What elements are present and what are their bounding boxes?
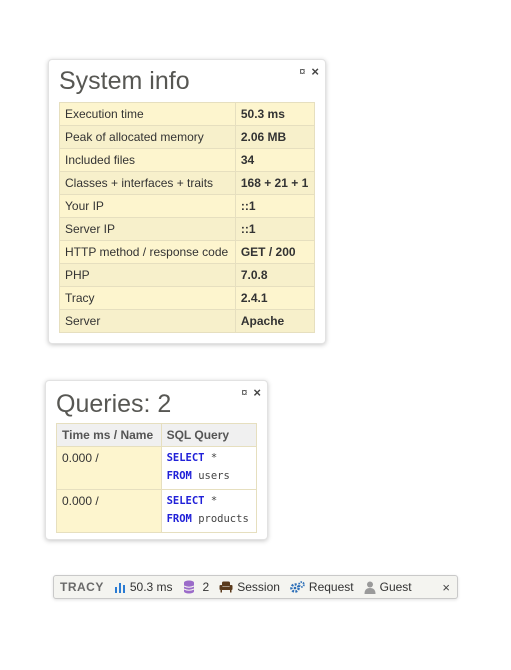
query-time: 0.000 / bbox=[56, 446, 162, 490]
close-icon[interactable]: × bbox=[253, 386, 261, 400]
sql-text: users bbox=[191, 470, 230, 482]
sql-keyword: FROM bbox=[166, 470, 192, 482]
gears-icon bbox=[290, 580, 305, 593]
sql-keyword: FROM bbox=[166, 513, 192, 525]
tracy-logo[interactable]: TRACY bbox=[54, 576, 109, 598]
table-header-row: Time ms / Name SQL Query bbox=[56, 423, 258, 447]
request-label: Request bbox=[308, 580, 354, 594]
sql-text: * bbox=[204, 452, 218, 464]
sql-keyword: SELECT bbox=[166, 452, 205, 464]
sql-text: products bbox=[191, 513, 249, 525]
table-row: PHP 7.0.8 bbox=[59, 263, 316, 287]
table-row: Server Apache bbox=[59, 309, 316, 333]
query-sql: SELECT * FROM products bbox=[160, 489, 258, 533]
system-info-table: Execution time 50.3 ms Peak of allocated… bbox=[59, 102, 316, 333]
time-value: 50.3 ms bbox=[129, 580, 173, 594]
sql-keyword: SELECT bbox=[166, 495, 205, 507]
table-row: Peak of allocated memory 2.06 MB bbox=[59, 125, 316, 149]
queries-title: Queries: 2 bbox=[56, 390, 172, 418]
session-panel-button[interactable]: Session bbox=[214, 576, 285, 598]
column-header-sql: SQL Query bbox=[160, 423, 258, 447]
session-label: Session bbox=[237, 580, 280, 594]
queries-panel: Queries: 2 ¤ × Time ms / Name SQL Query … bbox=[45, 380, 268, 540]
close-icon[interactable]: × bbox=[311, 65, 319, 79]
row-label: Classes + interfaces + traits bbox=[59, 171, 236, 195]
user-icon bbox=[364, 581, 376, 594]
row-label: Server bbox=[59, 309, 236, 333]
table-row: 0.000 / SELECT * FROM products bbox=[56, 489, 258, 533]
armchair-icon bbox=[219, 581, 233, 593]
queries-count: 2 bbox=[202, 580, 210, 594]
row-label: Your IP bbox=[59, 194, 236, 218]
close-icon[interactable]: × bbox=[442, 580, 457, 595]
row-value: 168 + 21 + 1 bbox=[234, 171, 316, 195]
query-time: 0.000 / bbox=[56, 489, 162, 533]
user-label: Guest bbox=[379, 580, 412, 594]
row-label: HTTP method / response code bbox=[59, 240, 236, 264]
table-row: Included files 34 bbox=[59, 148, 316, 172]
row-value: 2.4.1 bbox=[234, 286, 316, 310]
row-value: GET / 200 bbox=[234, 240, 316, 264]
queries-panel-icons: ¤ × bbox=[241, 386, 261, 400]
time-panel-button[interactable]: 50.3 ms bbox=[109, 576, 178, 598]
query-sql: SELECT * FROM users bbox=[160, 446, 258, 490]
system-info-panel: System info ¤ × Execution time 50.3 ms P… bbox=[48, 59, 326, 344]
row-label: PHP bbox=[59, 263, 236, 287]
row-value: ::1 bbox=[234, 217, 316, 241]
table-row: Your IP ::1 bbox=[59, 194, 316, 218]
database-icon bbox=[183, 580, 194, 594]
pin-icon[interactable]: ¤ bbox=[241, 386, 247, 400]
table-row: HTTP method / response code GET / 200 bbox=[59, 240, 316, 264]
row-label: Peak of allocated memory bbox=[59, 125, 236, 149]
row-value: 2.06 MB bbox=[234, 125, 316, 149]
queries-table: Time ms / Name SQL Query 0.000 / SELECT … bbox=[56, 423, 258, 533]
column-header-time: Time ms / Name bbox=[56, 423, 162, 447]
row-label: Server IP bbox=[59, 217, 236, 241]
system-info-panel-icons: ¤ × bbox=[299, 65, 319, 79]
tracy-bar: TRACY 50.3 ms 2 Session Request Guest × bbox=[53, 575, 458, 599]
table-row: Tracy 2.4.1 bbox=[59, 286, 316, 310]
row-label: Tracy bbox=[59, 286, 236, 310]
request-panel-button[interactable]: Request bbox=[285, 576, 359, 598]
table-row: Classes + interfaces + traits 168 + 21 +… bbox=[59, 171, 316, 195]
row-value: 50.3 ms bbox=[234, 102, 316, 126]
system-info-title: System info bbox=[59, 67, 190, 95]
pin-icon[interactable]: ¤ bbox=[299, 65, 305, 79]
row-value: 7.0.8 bbox=[234, 263, 316, 287]
table-row: Execution time 50.3 ms bbox=[59, 102, 316, 126]
row-label: Execution time bbox=[59, 102, 236, 126]
row-value: Apache bbox=[234, 309, 316, 333]
table-row: 0.000 / SELECT * FROM users bbox=[56, 446, 258, 490]
row-value: 34 bbox=[234, 148, 316, 172]
row-label: Included files bbox=[59, 148, 236, 172]
row-value: ::1 bbox=[234, 194, 316, 218]
database-panel-button[interactable]: 2 bbox=[178, 576, 215, 598]
sql-text: * bbox=[204, 495, 218, 507]
table-row: Server IP ::1 bbox=[59, 217, 316, 241]
chart-icon bbox=[114, 583, 125, 593]
user-panel-button[interactable]: Guest bbox=[359, 576, 417, 598]
